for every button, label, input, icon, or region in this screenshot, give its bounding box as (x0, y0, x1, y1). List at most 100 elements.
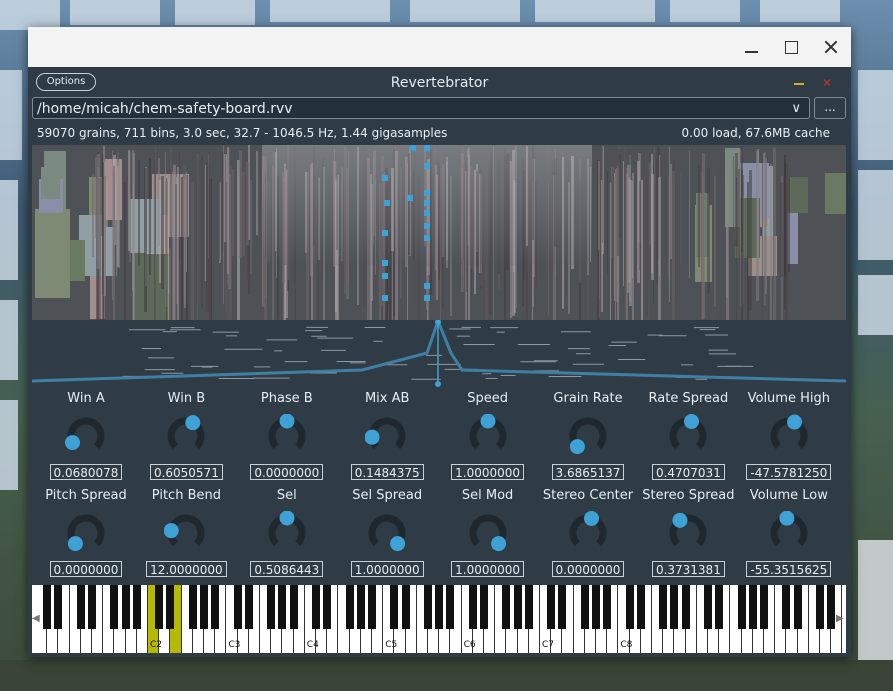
piano-black-key[interactable] (760, 585, 768, 629)
piano-black-key[interactable] (289, 585, 298, 629)
knob-phase-b[interactable] (265, 414, 309, 458)
knob-value-win-a[interactable]: 0.0680078 (49, 464, 123, 480)
knob-mix-ab[interactable] (365, 414, 409, 458)
knob-value-grain-rate[interactable]: 3.6865137 (551, 464, 625, 480)
knob-stereo-center[interactable] (566, 511, 610, 555)
piano-black-key[interactable] (132, 585, 141, 629)
piano-black-key[interactable] (580, 585, 589, 629)
piano-black-key[interactable] (659, 585, 668, 629)
browse-button[interactable]: ... (814, 97, 846, 119)
knob-value-volume-high[interactable]: -47.5781250 (746, 464, 832, 480)
piano-black-key[interactable] (816, 585, 824, 629)
piano-black-key[interactable] (345, 585, 354, 629)
piano-black-key[interactable] (592, 585, 600, 629)
piano-black-key[interactable] (211, 585, 220, 629)
minimize-icon[interactable] (739, 35, 763, 59)
knob-value-mix-ab[interactable]: 0.1484375 (350, 464, 424, 480)
knob-value-stereo-spread[interactable]: 0.3731381 (651, 561, 725, 577)
piano-black-key[interactable] (166, 585, 175, 629)
piano-black-key[interactable] (390, 585, 399, 629)
chevron-down-icon[interactable]: ∨ (791, 98, 801, 120)
piano-black-key[interactable] (558, 585, 567, 629)
piano-black-key[interactable] (704, 585, 712, 629)
knob-value-stereo-center[interactable]: 0.0000000 (551, 561, 625, 577)
piano-black-key[interactable] (188, 585, 197, 629)
piano-black-key[interactable] (480, 585, 488, 629)
knob-value-pitch-bend[interactable]: 12.0000000 (146, 561, 227, 577)
maximize-icon[interactable] (779, 35, 803, 59)
piano-black-key[interactable] (636, 585, 645, 629)
piano-black-key[interactable] (468, 585, 477, 629)
spectrogram-streak (92, 173, 94, 257)
knob-grain-rate[interactable] (566, 414, 610, 458)
piano-black-key[interactable] (267, 585, 276, 629)
knob-volume-low[interactable] (767, 511, 811, 555)
scroll-left-icon[interactable]: ◀ (32, 613, 40, 624)
spectrogram-streak (733, 156, 735, 320)
knob-value-rate-spread[interactable]: 0.4707031 (651, 464, 725, 480)
piano-black-key[interactable] (670, 585, 679, 629)
piano-black-key[interactable] (681, 585, 690, 629)
knob-value-speed[interactable]: 1.0000000 (451, 464, 525, 480)
piano-black-key[interactable] (121, 585, 130, 629)
piano-black-key[interactable] (88, 585, 96, 629)
knob-win-a[interactable] (64, 414, 108, 458)
knob-value-sel-spread[interactable]: 1.0000000 (350, 561, 424, 577)
piano-black-key[interactable] (524, 585, 533, 629)
piano-keyboard[interactable]: C2 C3 C4 C5 C6 C7 C8 ◀ ▶ (32, 585, 846, 653)
piano-black-key[interactable] (715, 585, 724, 629)
knob-value-sel[interactable]: 0.5086443 (250, 561, 324, 577)
piano-black-key[interactable] (200, 585, 208, 629)
knob-rate-spread[interactable] (666, 414, 710, 458)
knob-value-sel-mod[interactable]: 1.0000000 (451, 561, 525, 577)
piano-black-key[interactable] (737, 585, 746, 629)
piano-black-key[interactable] (312, 585, 320, 629)
knob-value-pitch-spread[interactable]: 0.0000000 (49, 561, 123, 577)
knob-sel-spread[interactable] (365, 511, 409, 555)
piano-black-key[interactable] (233, 585, 242, 629)
grain-spectrogram[interactable] (32, 145, 846, 320)
piano-black-key[interactable] (278, 585, 287, 629)
knob-volume-high[interactable] (767, 414, 811, 458)
scroll-right-icon[interactable]: ▶ (836, 613, 844, 624)
plugin-minimize-icon[interactable] (794, 83, 804, 85)
piano-black-key[interactable] (827, 585, 836, 629)
piano-black-key[interactable] (368, 585, 376, 629)
piano-black-key[interactable] (356, 585, 365, 629)
piano-black-key[interactable] (782, 585, 791, 629)
piano-black-key[interactable] (603, 585, 612, 629)
piano-black-key[interactable] (625, 585, 634, 629)
knob-speed[interactable] (466, 414, 510, 458)
knob-win-b[interactable] (164, 414, 208, 458)
piano-black-key[interactable] (110, 585, 119, 629)
piano-black-key[interactable] (793, 585, 802, 629)
envelope-display[interactable] (31, 316, 847, 390)
piano-black-key[interactable] (76, 585, 85, 629)
spectrogram-streak (95, 157, 97, 238)
piano-black-key[interactable] (43, 585, 52, 629)
piano-black-key[interactable] (748, 585, 757, 629)
piano-black-key[interactable] (323, 585, 332, 629)
piano-black-key[interactable] (446, 585, 455, 629)
knob-value-phase-b[interactable]: 0.0000000 (250, 464, 324, 480)
piano-black-key[interactable] (54, 585, 63, 629)
piano-black-key[interactable] (244, 585, 253, 629)
piano-black-key[interactable] (435, 585, 444, 629)
knob-sel-mod[interactable] (466, 511, 510, 555)
close-icon[interactable] (819, 35, 843, 59)
spectrogram-streak (746, 182, 750, 320)
knob-sel[interactable] (265, 511, 309, 555)
piano-black-key[interactable] (424, 585, 432, 629)
knob-pitch-spread[interactable] (64, 511, 108, 555)
piano-black-key[interactable] (513, 585, 522, 629)
piano-black-key[interactable] (547, 585, 556, 629)
piano-black-key[interactable] (155, 585, 164, 629)
plugin-close-icon[interactable]: ✕ (822, 76, 832, 90)
knob-stereo-spread[interactable] (666, 511, 710, 555)
knob-pitch-bend[interactable] (164, 511, 208, 555)
piano-black-key[interactable] (401, 585, 410, 629)
knob-value-win-b[interactable]: 0.6050571 (149, 464, 223, 480)
file-path-dropdown[interactable]: /home/micah/chem-safety-board.rvv ∨ (32, 97, 810, 119)
piano-black-key[interactable] (502, 585, 511, 629)
knob-value-volume-low[interactable]: -55.3515625 (746, 561, 832, 577)
